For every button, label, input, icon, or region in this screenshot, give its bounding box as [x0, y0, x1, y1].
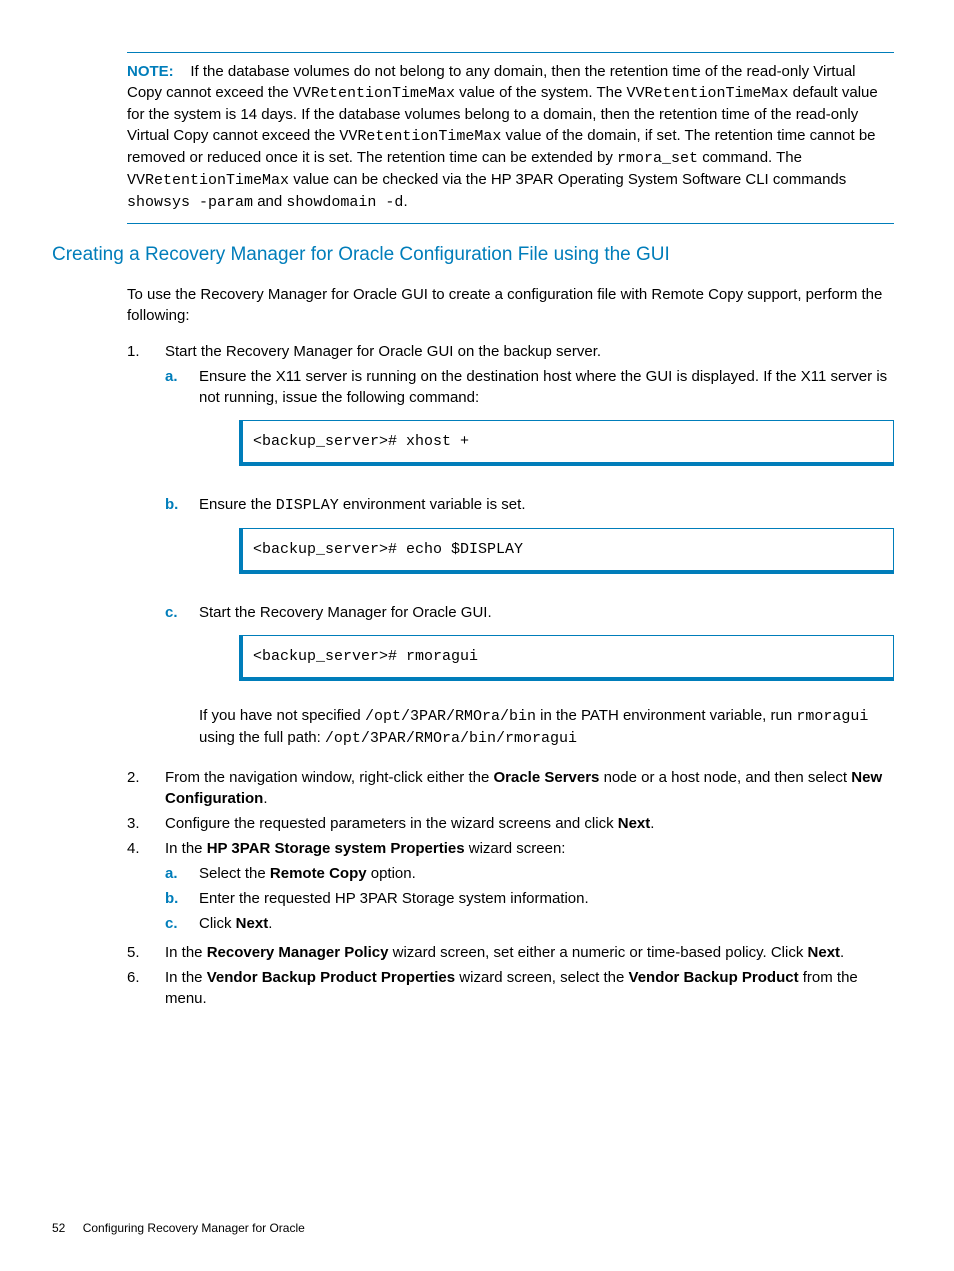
- step-5: 5. In the Recovery Manager Policy wizard…: [127, 942, 894, 963]
- step-1: 1. Start the Recovery Manager for Oracle…: [127, 341, 894, 753]
- step-6: 6. In the Vendor Backup Product Properti…: [127, 967, 894, 1009]
- step-2: 2. From the navigation window, right-cli…: [127, 767, 894, 809]
- step-1c: c. Start the Recovery Manager for Oracle…: [165, 602, 894, 749]
- substep-text: Click Next.: [199, 913, 894, 934]
- step-4c: c.Click Next.: [165, 913, 894, 934]
- command-block: <backup_server># rmoragui: [239, 635, 894, 681]
- step-1b: b. Ensure the DISPLAY environment variab…: [165, 494, 894, 598]
- step-1a: a. Ensure the X11 server is running on t…: [165, 366, 894, 490]
- note-text: If the database volumes do not belong to…: [127, 63, 878, 210]
- main-steps: 1. Start the Recovery Manager for Oracle…: [127, 341, 894, 1009]
- substep-text: Ensure the X11 server is running on the …: [199, 368, 887, 406]
- step-text: Configure the requested parameters in th…: [165, 813, 894, 834]
- substep-text: Start the Recovery Manager for Oracle GU…: [199, 604, 492, 621]
- step-text: In the HP 3PAR Storage system Properties…: [165, 840, 565, 857]
- footer-title: Configuring Recovery Manager for Oracle: [83, 1221, 305, 1235]
- after-text: If you have not specified /opt/3PAR/RMOr…: [199, 707, 868, 746]
- step-3: 3. Configure the requested parameters in…: [127, 813, 894, 834]
- intro-text: To use the Recovery Manager for Oracle G…: [127, 284, 894, 326]
- step-text: In the Recovery Manager Policy wizard sc…: [165, 942, 894, 963]
- step-4: 4. In the HP 3PAR Storage system Propert…: [127, 838, 894, 938]
- section-heading: Creating a Recovery Manager for Oracle C…: [52, 242, 894, 269]
- page-footer: 52 Configuring Recovery Manager for Orac…: [52, 1220, 305, 1237]
- command-block: <backup_server># xhost +: [239, 420, 894, 466]
- step-4a: a.Select the Remote Copy option.: [165, 863, 894, 884]
- step-text: From the navigation window, right-click …: [165, 767, 894, 809]
- step-text: In the Vendor Backup Product Properties …: [165, 967, 894, 1009]
- substep-text: Enter the requested HP 3PAR Storage syst…: [199, 888, 894, 909]
- substep-text: Ensure the DISPLAY environment variable …: [199, 496, 526, 513]
- substep-text: Select the Remote Copy option.: [199, 863, 894, 884]
- step-text: Start the Recovery Manager for Oracle GU…: [165, 343, 601, 360]
- page-number: 52: [52, 1221, 65, 1235]
- note-label: NOTE:: [127, 63, 174, 80]
- command-block: <backup_server># echo $DISPLAY: [239, 528, 894, 574]
- step-4b: b.Enter the requested HP 3PAR Storage sy…: [165, 888, 894, 909]
- note-box: NOTE: If the database volumes do not bel…: [127, 52, 894, 224]
